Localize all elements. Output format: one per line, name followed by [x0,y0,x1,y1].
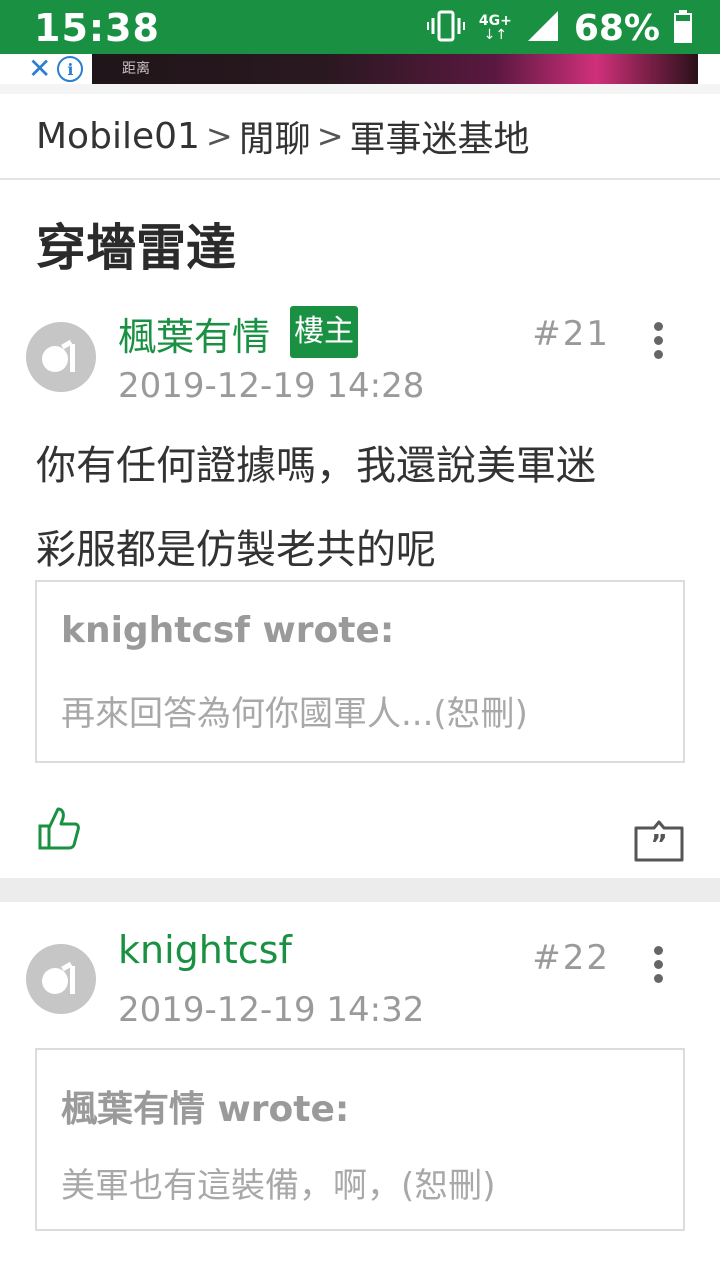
network-type: 4G+ ↓↑ [478,13,512,43]
post-date: 2019-12-19 14:28 [118,366,425,406]
quote-body[interactable]: 再來回答為何你國軍人...(恕刪) [61,686,528,735]
ad-controls: ✕ i [22,54,92,84]
author-name[interactable]: knightcsf [118,928,292,972]
data-arrows-icon: ↓↑ [483,27,508,43]
breadcrumb-item-mobile01[interactable]: Mobile01 [36,116,200,157]
signal-icon [526,9,560,47]
floor-number[interactable]: #22 [532,938,610,978]
status-bar: 15:38 4G+ ↓↑ 68% [0,0,720,54]
author-name[interactable]: 楓葉有情 [118,306,270,361]
avatar-icon [42,962,75,994]
thread-title: 穿墻雷達 [36,219,236,277]
ad-text: 距离 [122,61,150,77]
breadcrumb-item-chat[interactable]: 閒聊 [239,110,311,162]
quote-block: 楓葉有情 wrote: 美軍也有這裝備，啊，(恕刪) [35,1048,685,1231]
quote-header: 楓葉有情 wrote: [61,1089,350,1130]
more-vert-icon[interactable] [650,946,666,983]
quote-header: knightcsf wrote: [61,610,395,651]
post-content: 你有任何證據嗎，我還說美軍迷 彩服都是仿製老共的呢 [36,424,696,592]
info-icon[interactable]: i [57,56,84,82]
vibrate-icon [426,9,465,47]
battery-percent: 68% [573,7,660,49]
post-card: knightcsf #22 2019-12-19 14:32 楓葉有情 wrot… [0,902,720,1280]
more-vert-icon[interactable] [650,322,666,359]
quote-reply-button[interactable]: ” [634,820,684,866]
avatar[interactable] [26,322,96,392]
post-content-line: 你有任何證據嗎，我還說美軍迷 [36,443,596,489]
svg-text:”: ” [650,830,667,860]
breadcrumb: Mobile01 > 閒聊 > 軍事迷基地 [0,94,720,180]
post-card: 楓葉有情 樓主 #21 2019-12-19 14:28 你有任何證據嗎，我還說… [0,300,720,878]
status-time: 15:38 [34,6,160,50]
post-date: 2019-12-19 14:32 [118,990,425,1030]
top-spacer [0,84,720,94]
avatar-icon [42,340,75,372]
like-button[interactable] [36,806,80,854]
avatar[interactable] [26,944,96,1014]
post-divider [0,878,720,902]
quote-reply-icon: ” [634,820,684,862]
floor-number[interactable]: #21 [532,314,610,354]
thumbs-up-icon [38,807,80,850]
op-badge: 樓主 [290,306,358,358]
breadcrumb-separator: > [205,117,233,155]
status-icons: 4G+ ↓↑ 68% [426,6,692,50]
breadcrumb-separator: > [316,117,344,155]
quote-body[interactable]: 美軍也有這裝備，啊，(恕刪) [61,1158,496,1207]
close-icon[interactable]: ✕ [28,55,51,83]
breadcrumb-item-military[interactable]: 軍事迷基地 [350,110,530,162]
battery-icon [674,9,692,47]
ad-banner[interactable]: ✕ i 距离 [22,54,698,84]
quote-block: knightcsf wrote: 再來回答為何你國軍人...(恕刪) [35,580,685,763]
